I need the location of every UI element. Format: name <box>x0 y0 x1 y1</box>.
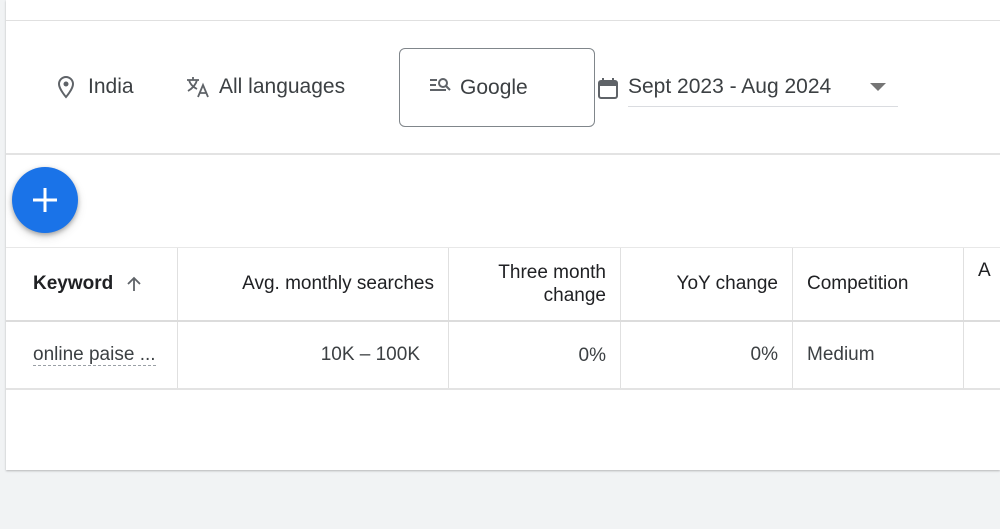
column-header-keyword[interactable]: Keyword <box>6 248 178 320</box>
dropdown-caret-icon <box>870 83 886 91</box>
truncated-cell <box>964 322 1000 388</box>
network-label: Google <box>460 75 528 99</box>
top-strip <box>6 0 1000 21</box>
location-pin-icon <box>54 75 78 99</box>
keyword-cell: online paise ... <box>6 322 178 388</box>
table-row: online paise ... 10K – 100K 0% 0% Medium <box>6 322 1000 390</box>
location-label: India <box>88 75 134 98</box>
table-header: Keyword Avg. monthly searches Three mont… <box>6 247 1000 322</box>
column-header-three-month-change[interactable]: Three month change <box>449 248 621 320</box>
three-month-change-cell: 0% <box>449 322 621 388</box>
date-range-label: Sept 2023 - Aug 2024 <box>628 74 832 98</box>
date-range-select[interactable]: Sept 2023 - Aug 2024 <box>628 67 898 107</box>
competition-cell: Medium <box>793 322 964 388</box>
filter-bar: India All languages Google Sept 2023 - A… <box>6 21 1000 155</box>
add-keyword-button[interactable] <box>12 167 78 233</box>
keyword-link[interactable]: online paise ... <box>33 344 156 366</box>
keyword-planner-card: India All languages Google Sept 2023 - A… <box>6 0 1000 470</box>
yoy-change-cell: 0% <box>621 322 793 388</box>
translate-icon <box>185 75 211 99</box>
calendar-icon <box>596 76 620 100</box>
column-header-truncated[interactable]: A <box>964 248 1000 320</box>
language-filter[interactable]: All languages <box>185 75 345 99</box>
network-filter[interactable]: Google <box>399 48 595 127</box>
language-label: All languages <box>219 75 346 98</box>
search-list-icon <box>428 73 452 103</box>
location-filter[interactable]: India <box>54 75 134 99</box>
column-header-competition[interactable]: Competition <box>793 248 964 320</box>
avg-monthly-searches-cell: 10K – 100K <box>178 322 449 388</box>
plus-icon <box>33 188 57 212</box>
column-header-yoy-change[interactable]: YoY change <box>621 248 793 320</box>
column-header-avg-monthly-searches[interactable]: Avg. monthly searches <box>178 248 449 320</box>
sort-ascending-icon[interactable] <box>125 275 143 293</box>
